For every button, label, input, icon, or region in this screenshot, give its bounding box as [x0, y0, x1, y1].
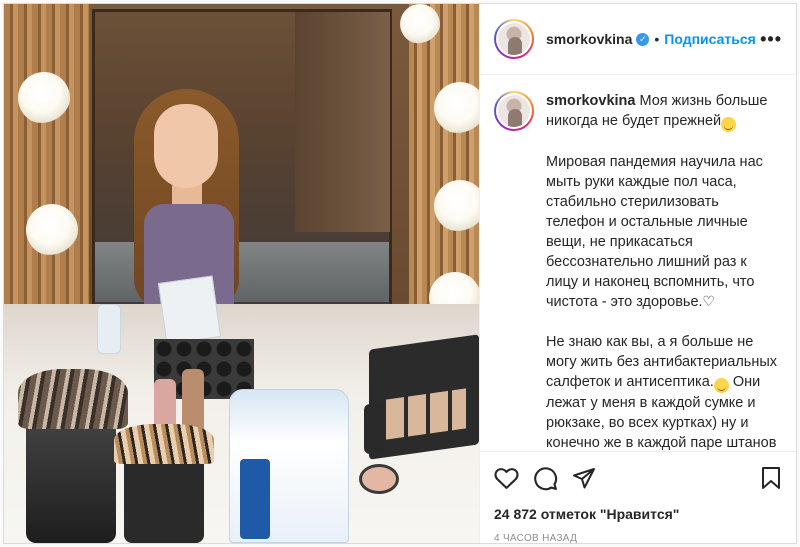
makeup-brushes [114, 424, 214, 464]
action-icons [494, 462, 782, 494]
compact [359, 464, 399, 494]
bottle [364, 404, 384, 454]
vanity-bulb [434, 180, 479, 232]
bookmark-icon[interactable] [760, 466, 782, 490]
brush-cup [26, 414, 116, 543]
caption-row: smorkovkina Моя жизнь больше никогда не … [494, 91, 782, 450]
share-icon[interactable] [572, 466, 596, 490]
post-header: smorkovkina ✓ • Подписаться ••• [480, 4, 796, 75]
caption-paragraph: Не знаю как вы, а я больше не могу жить … [546, 332, 780, 450]
makeup-brushes [18, 369, 128, 429]
likes-count[interactable]: 24 872 отметок "Нравится" [494, 506, 782, 522]
verified-badge-icon: ✓ [636, 32, 650, 46]
post-dialog: smorkovkina ✓ • Подписаться ••• smorkovk… [3, 3, 797, 544]
caption-scroll-area[interactable]: smorkovkina Моя жизнь больше никогда не … [480, 75, 796, 450]
avatar[interactable] [494, 19, 534, 59]
post-timestamp[interactable]: 4 ЧАСОВ НАЗАД [494, 533, 782, 544]
grin-emoji-icon: 😅 [713, 378, 729, 393]
username-link[interactable]: smorkovkina [546, 31, 632, 47]
heart-icon[interactable] [494, 466, 519, 490]
caption-username-link[interactable]: smorkovkina [546, 93, 635, 109]
brush-cup [124, 454, 204, 543]
vanity-bulb [26, 204, 78, 256]
vanity-bulb [18, 72, 70, 124]
post-actions: 24 872 отметок "Нравится" 4 ЧАСОВ НАЗАД [480, 451, 796, 544]
heart-emoji-icon: ♡ [702, 294, 716, 310]
comment-icon[interactable] [533, 466, 558, 491]
caption-text: smorkovkina Моя жизнь больше никогда не … [546, 91, 780, 450]
post-side-panel: smorkovkina ✓ • Подписаться ••• smorkovk… [479, 4, 796, 544]
product-box [157, 275, 222, 345]
caption-paragraph: Мировая пандемия научила нас мыть руки к… [546, 154, 763, 310]
post-photo[interactable] [4, 4, 479, 543]
bottle [97, 304, 121, 354]
more-options-icon[interactable]: ••• [760, 29, 782, 50]
person-face [154, 104, 218, 188]
smile-emoji-icon: 😊 [721, 117, 737, 132]
vanity-bulb [434, 82, 479, 134]
separator: • [654, 31, 660, 47]
vanity-bulb [400, 4, 440, 44]
avatar[interactable] [494, 91, 534, 131]
follow-button[interactable]: Подписаться [664, 31, 756, 47]
